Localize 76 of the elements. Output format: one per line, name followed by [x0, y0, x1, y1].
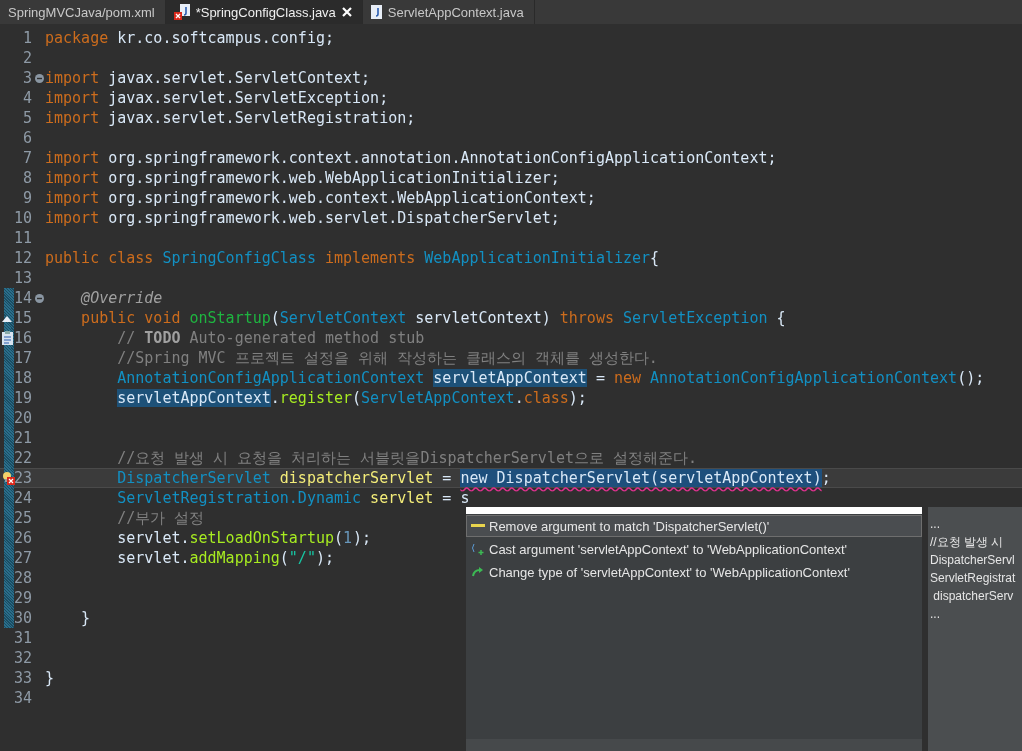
- info-text: ...: [929, 516, 941, 533]
- parenthesis-plus-icon: [471, 543, 485, 555]
- fold-toggle-icon[interactable]: [34, 293, 44, 303]
- code-line: ServletRegistration.Dynamic servlet = s: [116, 489, 470, 507]
- code-line: //부가 설정: [116, 508, 205, 528]
- line-number: 30: [14, 609, 32, 627]
- line-number: 27: [14, 549, 32, 567]
- info-text: //요청 발생 시: [929, 534, 1005, 551]
- quick-fix-item[interactable]: Remove argument to match 'DispatcherServlet()': [466, 515, 922, 537]
- scrollbar[interactable]: [466, 739, 922, 751]
- quick-fix-item[interactable]: Cast argument 'servletAppContext' to 'WebApplicationContext': [466, 538, 922, 560]
- java-file-icon: [370, 5, 382, 19]
- line-number: 33: [14, 669, 32, 687]
- line-number: 15: [14, 309, 32, 327]
- java-file-error-icon: [173, 4, 190, 20]
- line-number: 12: [14, 249, 32, 267]
- line-number: 24: [14, 489, 32, 507]
- line-number: 31: [14, 629, 32, 647]
- code-line: //요청 발생 시 요청을 처리하는 서블릿을DispatcherServlet으로 설정해준다.: [116, 448, 698, 468]
- code-line: }: [80, 609, 91, 627]
- code-line: import org.springframework.context.annotation.AnnotationConfigApplicationContext;: [45, 149, 777, 167]
- info-text: ...: [929, 606, 941, 623]
- curved-arrow-icon: [471, 566, 485, 578]
- line-number: 3: [21, 69, 32, 87]
- line-number: 18: [14, 369, 32, 387]
- line-number: 4: [21, 89, 32, 107]
- line-number: 7: [21, 149, 32, 167]
- line-number: 16: [14, 329, 32, 347]
- code-line: public void onStartup(ServletContext servletContext) throws ServletException {: [80, 309, 786, 327]
- line-number: 23: [14, 469, 32, 487]
- line-number: 6: [21, 129, 32, 147]
- code-line: import org.springframework.web.WebApplicationInitializer;: [45, 169, 560, 187]
- line-number: 13: [14, 269, 32, 287]
- line-number: 28: [14, 569, 32, 587]
- quick-fix-item[interactable]: Change type of 'servletAppContext' to 'WebApplicationContext': [466, 561, 922, 583]
- fold-toggle-icon[interactable]: [34, 73, 44, 83]
- line-number: 26: [14, 529, 32, 547]
- code-line: //Spring MVC 프로젝트 설정을 위해 작성하는 클래스의 객체를 생성한다.: [116, 348, 658, 368]
- line-number: 14: [14, 289, 32, 307]
- code-line: import javax.servlet.ServletContext;: [45, 69, 371, 87]
- line-number: 25: [14, 509, 32, 527]
- line-number: 19: [14, 389, 32, 407]
- line-number: 32: [14, 649, 32, 667]
- info-text: dispatcherServ: [932, 588, 1015, 605]
- line-number: 10: [14, 209, 32, 227]
- line-number: 34: [14, 689, 32, 707]
- line-number: 11: [14, 229, 32, 247]
- code-line: }: [45, 669, 55, 687]
- line-number: 9: [21, 189, 32, 207]
- code-line: // TODO Auto-generated method stub: [116, 329, 425, 347]
- override-triangle-icon: [2, 314, 12, 322]
- close-icon: [341, 7, 352, 17]
- line-number: 2: [21, 49, 32, 67]
- code-line: import org.springframework.web.context.WebApplicationContext;: [45, 189, 596, 207]
- info-text: DispatcherServl: [929, 552, 1016, 569]
- code-line: import org.springframework.web.servlet.DispatcherServlet;: [45, 209, 560, 227]
- code-line: AnnotationConfigApplicationContext servletAppContext = new AnnotationConfigApplicationContext();: [116, 369, 985, 387]
- code-line: package kr.co.softcampus.config;: [45, 29, 334, 47]
- line-number: 17: [14, 349, 32, 367]
- code-line: import javax.servlet.ServletRegistration;: [45, 109, 416, 127]
- line-number: 8: [21, 169, 32, 187]
- line-number: 1: [21, 29, 32, 47]
- code-line: public class SpringConfigClass implements WebApplicationInitializer{: [45, 249, 660, 267]
- code-line: @Override: [79, 289, 163, 307]
- info-text: ServletRegistrat: [929, 570, 1017, 587]
- editor-tab[interactable]: *SpringConfigClass.java: [165, 0, 363, 24]
- code-line: import javax.servlet.ServletException;: [45, 89, 389, 107]
- code-line: DispatcherServlet dispatcherServlet = new DispatcherServlet(servletAppContext);: [116, 469, 831, 487]
- line-number: 21: [14, 429, 32, 447]
- code-line: servlet.addMapping("/");: [116, 549, 334, 567]
- line-number: 22: [14, 449, 32, 467]
- line-number: 20: [14, 409, 32, 427]
- line-number: 5: [21, 109, 32, 127]
- code-line: servletAppContext.register(ServletAppContext.class);: [116, 389, 587, 407]
- line-number: 29: [14, 589, 32, 607]
- code-line: servlet.setLoadOnStartup(1);: [116, 529, 372, 547]
